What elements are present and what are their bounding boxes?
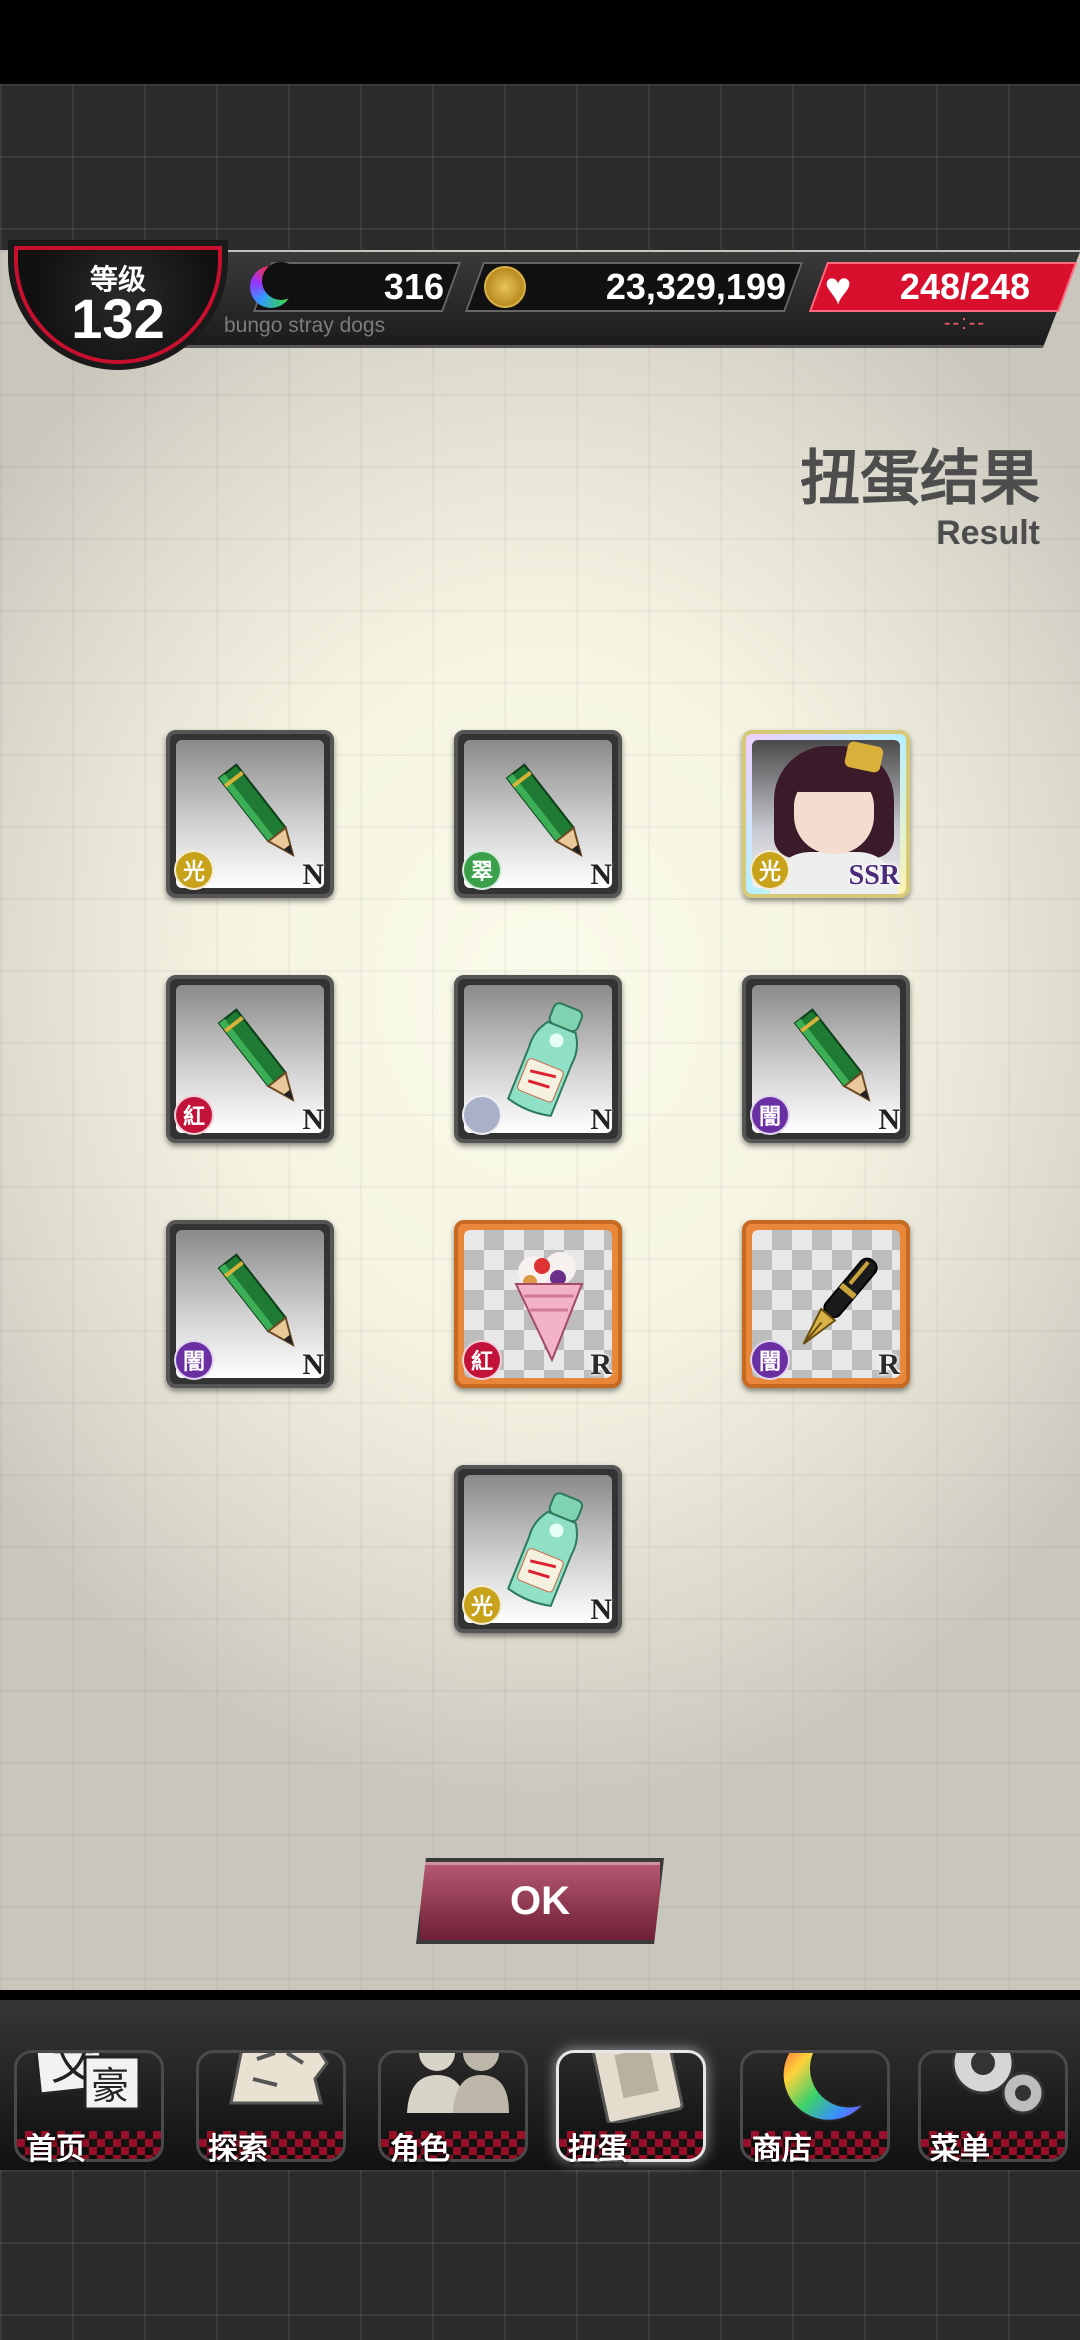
attribute-icon: 光 (750, 850, 790, 890)
attribute-icon: 紅 (174, 1095, 214, 1135)
attribute-icon (462, 1095, 502, 1135)
status-bar (0, 0, 1080, 84)
result-card[interactable]: pencil-icon翠N (454, 730, 622, 898)
rarity-label: R (878, 1348, 900, 1381)
page-subtitle: Result (936, 514, 1040, 552)
nav-label: 角色 (390, 2133, 450, 2166)
rarity-label: N (590, 1593, 612, 1626)
rarity-label: N (590, 858, 612, 891)
result-card[interactable]: character-portrait光SSR (742, 730, 910, 898)
stamina-value: 248/248 (899, 266, 1031, 307)
result-card[interactable]: fountain-pen-icon闇R (742, 1220, 910, 1388)
result-card[interactable]: crepe-icon紅R (454, 1220, 622, 1388)
svg-text:豪: 豪 (91, 2064, 129, 2108)
attribute-icon: 光 (174, 850, 214, 890)
attribute-icon: 翠 (462, 850, 502, 890)
nav-label: 探索 (208, 2133, 268, 2166)
nav-label: 商店 (752, 2133, 812, 2166)
game-name: bungo stray dogs (224, 314, 386, 337)
moon-currency-icon (250, 262, 300, 308)
coin-icon (484, 266, 526, 308)
nav-label: 首页 (26, 2133, 86, 2166)
result-card[interactable]: pencil-icon光N (166, 730, 334, 898)
rarity-label: N (590, 1103, 612, 1136)
ok-button[interactable]: OK (416, 1858, 664, 1944)
result-card[interactable]: pencil-icon紅N (166, 975, 334, 1143)
attribute-icon: 闇 (750, 1340, 790, 1380)
rarity-label: N (302, 1103, 324, 1136)
result-card[interactable]: pencil-icon闇N (166, 1220, 334, 1388)
nav-label: 菜单 (930, 2133, 990, 2166)
coin-count: 23,329,199 (605, 266, 786, 307)
rarity-label: N (302, 1348, 324, 1381)
attribute-icon: 闇 (174, 1340, 214, 1380)
attribute-icon: 光 (462, 1585, 502, 1625)
result-card[interactable]: ramune-bottle-icon光N (454, 1465, 622, 1633)
rarity-label: N (302, 858, 324, 891)
heart-icon: ♥ (824, 262, 852, 314)
nav-label: 扭蛋 (568, 2133, 628, 2166)
level-badge[interactable]: 等级 132 (8, 240, 228, 370)
attribute-icon: 紅 (462, 1340, 502, 1380)
attribute-icon: 闇 (750, 1095, 790, 1135)
top-background (0, 84, 1080, 254)
stamina-timer: --:-- (943, 312, 987, 334)
page-title: 扭蛋结果 (800, 445, 1040, 512)
bottom-background (0, 2170, 1080, 2340)
level-value: 132 (71, 287, 165, 350)
rarity-label: R (590, 1348, 612, 1381)
rarity-label: SSR (848, 860, 900, 891)
moon-count: 316 (383, 266, 444, 307)
rarity-label: N (878, 1103, 900, 1136)
result-card[interactable]: pencil-icon闇N (742, 975, 910, 1143)
result-card[interactable]: ramune-bottle-iconN (454, 975, 622, 1143)
